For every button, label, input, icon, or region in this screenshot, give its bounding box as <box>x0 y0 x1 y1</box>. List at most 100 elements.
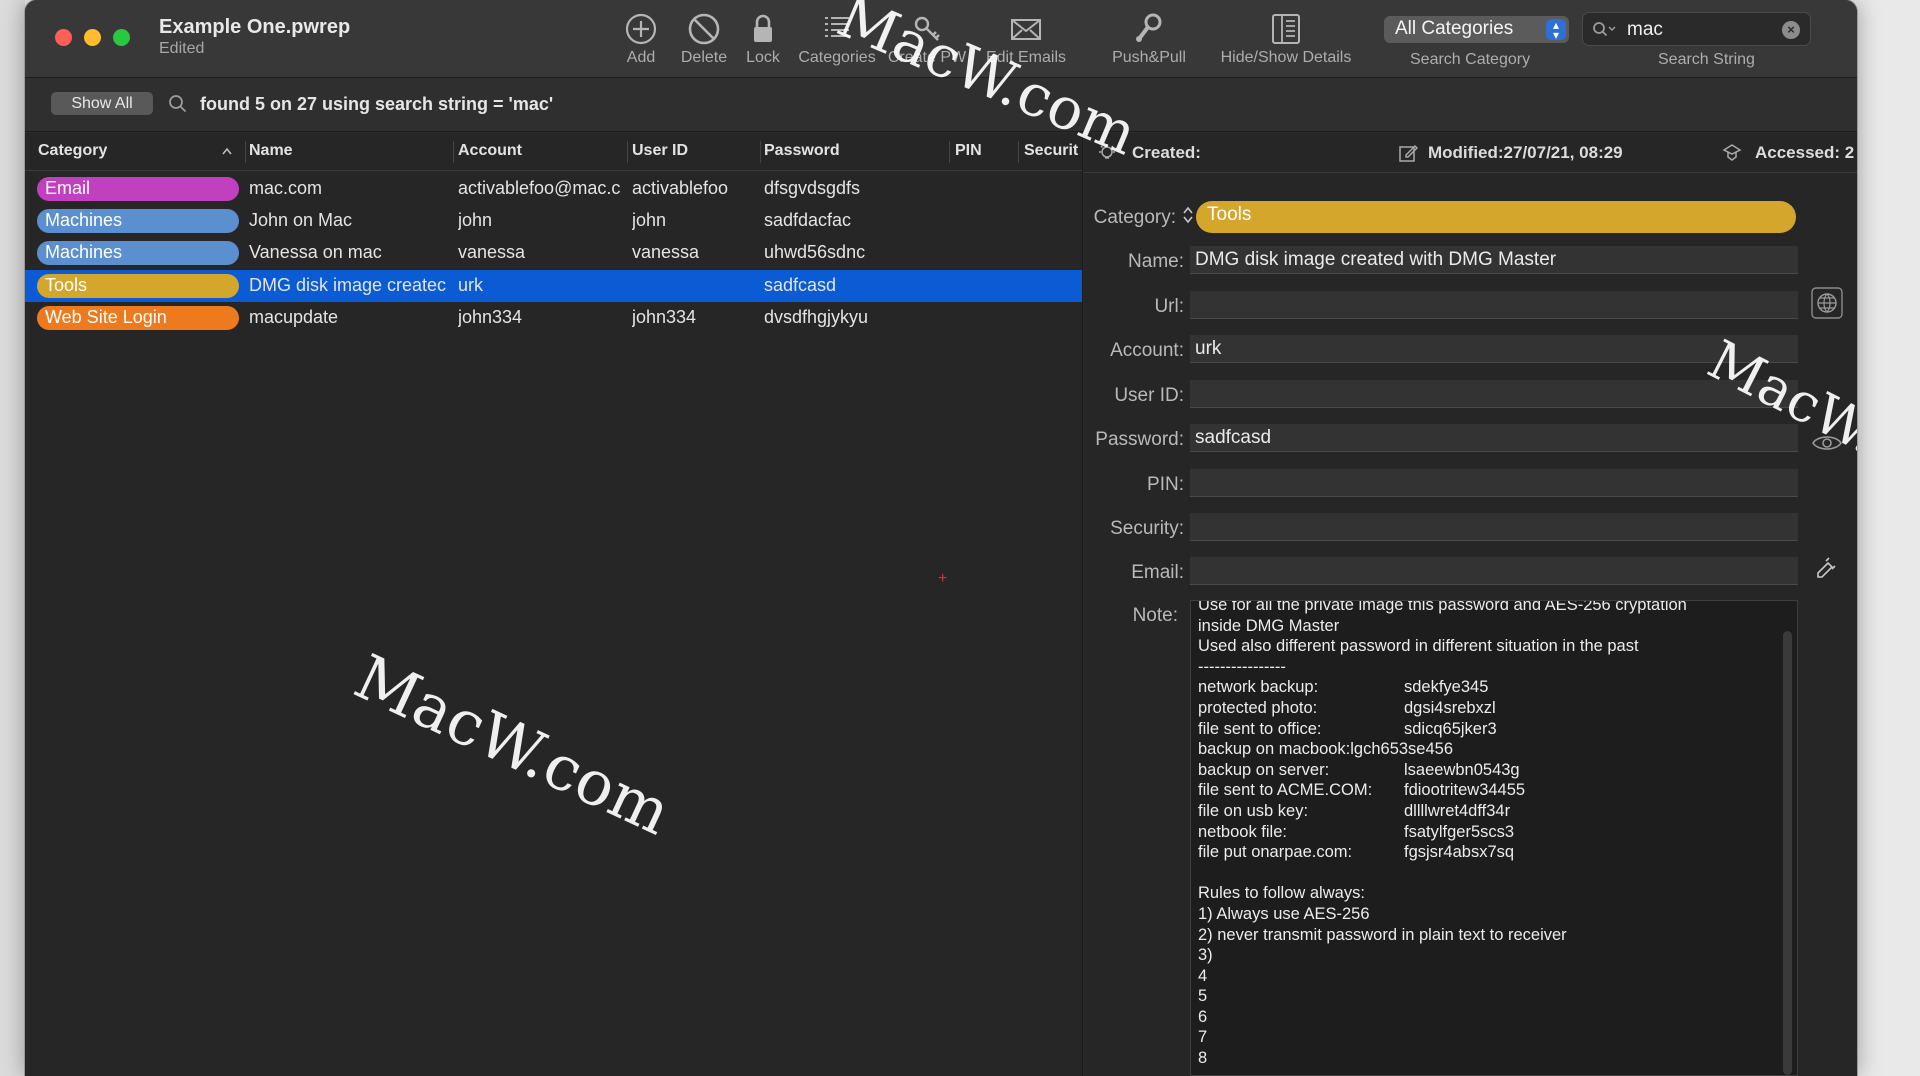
password-field[interactable]: sadfcasd <box>1190 424 1798 452</box>
column-divider <box>453 141 454 163</box>
chevron-updown-icon: ▴ ▾ <box>1546 19 1566 41</box>
created-label: Created: <box>1132 143 1201 162</box>
note-textarea[interactable]: Use for all the private image this passw… <box>1190 600 1798 1076</box>
column-divider <box>760 141 761 163</box>
zoom-window-button[interactable] <box>113 29 130 46</box>
pin-field-label: PIN: <box>1147 474 1184 495</box>
edit-emails-button[interactable]: Edit Emails <box>980 10 1072 72</box>
category-value-badge[interactable]: Tools <box>1196 201 1796 233</box>
column-header-security[interactable]: Securit <box>1024 142 1082 160</box>
note-line: 2) never transmit password in plain text… <box>1198 925 1567 944</box>
note-line-value: sdicq65jker3 <box>1404 719 1497 738</box>
table-row[interactable]: Web Site Login macupdate john334 john334… <box>25 302 1082 334</box>
cell-account: urk <box>458 275 484 295</box>
chevron-updown-icon[interactable] <box>1182 203 1194 227</box>
email-field[interactable] <box>1190 557 1798 585</box>
add-icon <box>625 13 657 45</box>
note-line: netbook file: fsatylfger5scs3 <box>1198 822 1778 843</box>
category-badge: Machines <box>37 241 239 265</box>
envelope-icon <box>1011 19 1041 40</box>
column-header-category[interactable]: Category <box>38 142 107 160</box>
column-header-name[interactable]: Name <box>249 142 293 160</box>
note-line <box>1198 863 1778 884</box>
delete-icon <box>688 13 720 45</box>
globe-icon[interactable] <box>1811 287 1843 319</box>
note-line-value: fdiootritew34455 <box>1404 781 1526 800</box>
lock-label: Lock <box>746 49 780 66</box>
pin-field[interactable] <box>1190 469 1798 497</box>
cell-name: DMG disk image createc <box>249 275 447 295</box>
create-pw-button[interactable]: Create PW <box>884 10 970 72</box>
note-line-key: file on usb key: <box>1198 801 1309 820</box>
add-button[interactable]: Add <box>612 10 670 72</box>
cell-name: mac.com <box>249 178 323 198</box>
accessed-icon <box>1722 144 1742 161</box>
column-header-user-id[interactable]: User ID <box>632 142 688 160</box>
cell-password: uhwd56sdnc <box>764 242 866 262</box>
eye-icon[interactable] <box>1811 427 1843 459</box>
delete-button[interactable]: Delete <box>672 10 736 72</box>
note-line: 1) Always use AES-256 <box>1198 904 1370 923</box>
cell-password: sadfcasd <box>764 275 837 295</box>
cell-password: dvsdfhgjykyu <box>764 307 869 327</box>
category-select[interactable]: All Categories ▴ ▾ <box>1384 16 1569 43</box>
cell-account: john <box>458 210 493 230</box>
compose-email-icon[interactable] <box>1814 555 1840 581</box>
note-content: Use for all the private image this passw… <box>1198 601 1778 1069</box>
clear-search-icon[interactable]: × <box>1782 21 1800 39</box>
url-field-label: Url: <box>1154 296 1184 317</box>
search-input[interactable]: mac × <box>1582 12 1811 46</box>
records-list: Category Name Account User ID Password P… <box>25 133 1083 1076</box>
search-icon <box>169 95 187 113</box>
note-line: backup on macbook:lgch653se456 <box>1198 740 1454 759</box>
column-divider <box>627 141 628 163</box>
note-line: 8 <box>1198 1049 1208 1068</box>
add-label: Add <box>626 49 656 66</box>
search-value: mac <box>1627 19 1663 40</box>
edit-emails-label: Edit Emails <box>985 49 1067 66</box>
column-divider <box>1018 141 1019 163</box>
column-header-pin[interactable]: PIN <box>955 142 982 160</box>
account-field[interactable]: urk <box>1190 335 1798 363</box>
push-pull-label: Push&Pull <box>1112 49 1186 66</box>
note-line: inside DMG Master <box>1198 616 1340 635</box>
detail-pane: Created: Modified:27/07/21, 08:29 Access… <box>1084 133 1857 1076</box>
column-divider <box>949 141 950 163</box>
note-line: 4 <box>1198 966 1208 985</box>
push-pull-button[interactable]: Push&Pull <box>1106 10 1192 72</box>
table-row[interactable]: Machines John on Mac john john sadfdacfa… <box>25 205 1082 237</box>
close-window-button[interactable] <box>55 29 72 46</box>
app-window: Example One.pwrep Edited Add Delete Lock… <box>25 0 1857 1076</box>
table-row[interactable]: Email mac.com activablefoo@mac.c activab… <box>25 173 1082 205</box>
note-line: file sent to office: sdicq65jker3 <box>1198 719 1778 740</box>
table-header: Category Name Account User ID Password P… <box>25 133 1082 171</box>
name-field[interactable]: DMG disk image created with DMG Master <box>1190 246 1798 274</box>
note-line: protected photo: dgsi4srebxzl <box>1198 698 1778 719</box>
note-line: ---------------- <box>1198 657 1286 676</box>
userid-field[interactable] <box>1190 380 1798 408</box>
note-line: Used also different password in differen… <box>1198 637 1639 656</box>
minimize-window-button[interactable] <box>84 29 101 46</box>
note-line-key: file put onarpae.com: <box>1198 843 1353 862</box>
cell-user-id: vanessa <box>632 242 700 262</box>
category-badge: Machines <box>37 209 239 233</box>
lock-button[interactable]: Lock <box>737 10 789 72</box>
category-badge: Email <box>37 177 239 201</box>
categories-label: Categories <box>798 49 876 66</box>
note-scrollbar[interactable] <box>1783 631 1792 1075</box>
url-field[interactable] <box>1190 291 1798 319</box>
show-all-button[interactable]: Show All <box>51 92 153 115</box>
note-line: 7 <box>1198 1028 1208 1047</box>
hide-show-details-button[interactable]: Hide/Show Details <box>1210 10 1362 72</box>
note-line-value: lsaeewbn0543g <box>1404 760 1520 779</box>
security-field[interactable] <box>1190 513 1798 541</box>
column-header-password[interactable]: Password <box>764 142 840 160</box>
cell-account: john334 <box>458 307 523 327</box>
table-row-selected[interactable]: Tools DMG disk image createc urk sadfcas… <box>25 270 1082 302</box>
column-header-account[interactable]: Account <box>458 142 522 160</box>
lightbulb-icon <box>1099 144 1115 159</box>
key-icon <box>914 16 940 41</box>
categories-button[interactable]: Categories <box>794 10 880 72</box>
table-row[interactable]: Machines Vanessa on mac vanessa vanessa … <box>25 237 1082 269</box>
document-status: Edited <box>159 40 205 57</box>
